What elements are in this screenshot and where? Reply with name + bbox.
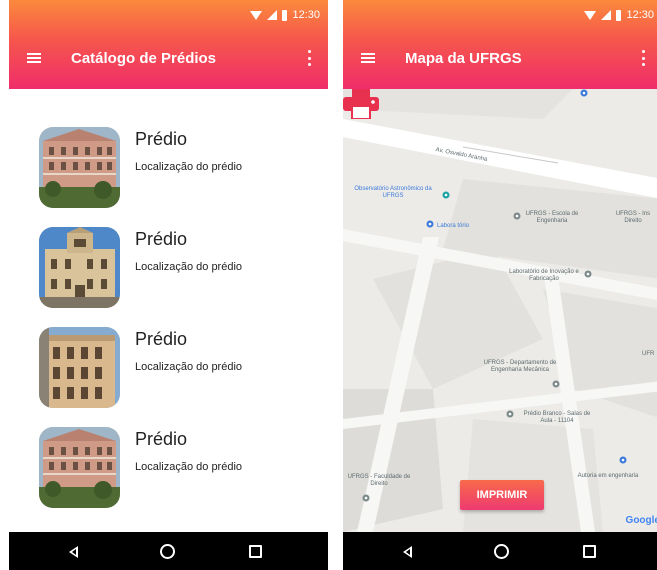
place-label: UFRGS - Departamento de Engenharia Mecân… [483, 360, 557, 373]
nav-home-icon[interactable] [160, 544, 175, 559]
list-item[interactable]: Prédio Localização do prédio [39, 227, 309, 309]
building-location: Localização do prédio [135, 161, 243, 173]
toolbar: Mapa da UFRGS [343, 42, 657, 78]
status-bar: 12:30 [250, 7, 320, 23]
page-title: Catálogo de Prédios [71, 50, 217, 67]
list-item[interactable]: Prédio Localização do prédio [39, 127, 309, 209]
map-pin-icon[interactable] [361, 494, 371, 504]
nav-recent-icon[interactable] [249, 545, 262, 558]
building-location: Localização do prédio [135, 461, 243, 473]
building-thumbnail [39, 227, 120, 308]
place-label: UFR [642, 351, 655, 357]
more-vert-icon[interactable] [642, 50, 646, 66]
map-pin-icon[interactable] [441, 191, 451, 201]
map-pin-icon[interactable] [425, 220, 435, 230]
building-name: Prédio [135, 329, 188, 349]
building-list: Prédio Localização do prédio Prédio Loca… [9, 89, 328, 532]
status-bar: 12:30 [584, 7, 654, 23]
map-pin-icon[interactable] [551, 380, 561, 390]
building-name: Prédio [135, 429, 188, 449]
more-vert-icon[interactable] [308, 50, 312, 66]
map-screen: 12:30 Mapa da UFRGS Av. Osvaldo Aranha O… [343, 0, 657, 570]
app-bar: 12:30 Mapa da UFRGS [343, 0, 657, 89]
menu-icon[interactable] [361, 53, 375, 63]
signal-icon [267, 10, 278, 20]
place-label: Observatório Astronômico da UFRGS [354, 186, 432, 199]
building-thumbnail [39, 327, 120, 408]
building-name: Prédio [135, 229, 188, 249]
place-label: Labora tório [437, 223, 470, 229]
nav-back-icon[interactable] [403, 546, 412, 558]
nav-bar [343, 532, 657, 570]
map-background [343, 89, 657, 532]
catalog-screen: 12:30 Catálogo de Prédios Prédio Localiz… [9, 0, 328, 570]
nav-bar [9, 532, 328, 570]
building-thumbnail [39, 127, 120, 208]
list-item[interactable]: Prédio Localização do prédio [39, 427, 309, 509]
place-label: Laboratório de Inovação e Fabricação [509, 269, 579, 282]
place-label: UFRGS - Ins Direito [615, 211, 651, 224]
wifi-icon [584, 10, 597, 20]
app-bar: 12:30 Catálogo de Prédios [9, 0, 328, 89]
map-view[interactable]: Av. Osvaldo Aranha Observatório Astronôm… [343, 89, 657, 532]
map-pin-icon[interactable] [583, 270, 593, 280]
signal-icon [601, 10, 612, 20]
toolbar: Catálogo de Prédios [9, 42, 328, 78]
map-pin-icon[interactable] [618, 456, 628, 466]
list-item[interactable]: Prédio Localização do prédio [39, 327, 309, 409]
printer-icon[interactable] [343, 89, 379, 119]
battery-icon [616, 9, 622, 21]
place-label: UFRGS - Escola de Engenharia [525, 211, 579, 224]
place-label: Prédio Branco - Salas de Aula - 11104 [523, 411, 591, 424]
map-pin-icon[interactable] [579, 89, 589, 99]
status-time: 12:30 [292, 9, 320, 21]
place-label: Autoria em engenharia [577, 473, 639, 479]
building-location: Localização do prédio [135, 261, 243, 273]
menu-icon[interactable] [27, 53, 41, 63]
battery-icon [282, 9, 288, 21]
page-title: Mapa da UFRGS [405, 50, 522, 67]
print-button[interactable]: IMPRIMIR [460, 480, 544, 510]
map-pin-icon[interactable] [512, 212, 522, 222]
building-name: Prédio [135, 129, 188, 149]
status-time: 12:30 [626, 9, 654, 21]
map-pin-icon[interactable] [505, 410, 515, 420]
nav-back-icon[interactable] [69, 546, 78, 558]
building-location: Localização do prédio [135, 361, 243, 373]
place-label: UFRGS - Faculdade de Direito [347, 474, 411, 487]
nav-recent-icon[interactable] [583, 545, 596, 558]
nav-home-icon[interactable] [494, 544, 509, 559]
building-thumbnail [39, 427, 120, 508]
google-logo: Google [625, 515, 657, 526]
wifi-icon [250, 10, 263, 20]
